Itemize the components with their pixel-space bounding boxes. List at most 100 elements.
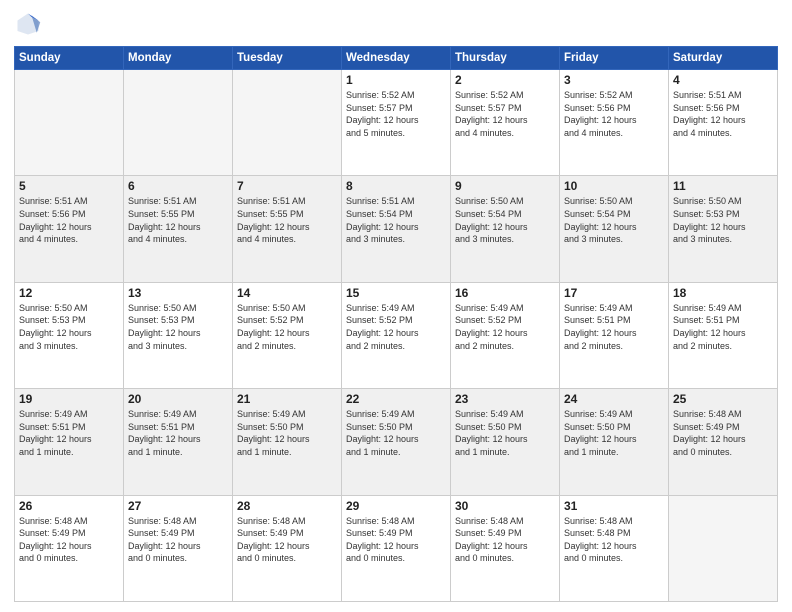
weekday-header-saturday: Saturday [669, 47, 778, 70]
header [14, 10, 778, 38]
day-number: 17 [564, 286, 664, 300]
day-info: Sunrise: 5:50 AM Sunset: 5:54 PM Dayligh… [564, 195, 664, 245]
weekday-header-tuesday: Tuesday [233, 47, 342, 70]
calendar-cell: 26 Sunrise: 5:48 AM Sunset: 5:49 PM Dayli… [15, 495, 124, 601]
day-info: Sunrise: 5:50 AM Sunset: 5:53 PM Dayligh… [673, 195, 773, 245]
day-number: 10 [564, 179, 664, 193]
calendar-cell: 2Sunrise: 5:52 AM Sunset: 5:57 PM Daylig… [451, 70, 560, 176]
calendar-week-row: 5 Sunrise: 5:51 AM Sunset: 5:56 PM Daylig… [15, 176, 778, 282]
logo-icon [14, 10, 42, 38]
day-info: Sunrise: 5:51 AM Sunset: 5:56 PM Dayligh… [19, 195, 119, 245]
weekday-header-monday: Monday [124, 47, 233, 70]
calendar-cell: 3 Sunrise: 5:52 AM Sunset: 5:56 PM Daylig… [560, 70, 669, 176]
calendar-table: SundayMondayTuesdayWednesdayThursdayFrid… [14, 46, 778, 602]
calendar-cell: 27 Sunrise: 5:48 AM Sunset: 5:49 PM Dayli… [124, 495, 233, 601]
day-info: Sunrise: 5:49 AM Sunset: 5:52 PM Dayligh… [346, 302, 446, 352]
day-number: 20 [128, 392, 228, 406]
calendar-cell: 5 Sunrise: 5:51 AM Sunset: 5:56 PM Daylig… [15, 176, 124, 282]
calendar-week-row: 12 Sunrise: 5:50 AM Sunset: 5:53 PM Dayli… [15, 282, 778, 388]
calendar-cell: 14 Sunrise: 5:50 AM Sunset: 5:52 PM Dayli… [233, 282, 342, 388]
day-number: 11 [673, 179, 773, 193]
day-number: 27 [128, 499, 228, 513]
weekday-header-friday: Friday [560, 47, 669, 70]
day-number: 3 [564, 73, 664, 87]
calendar-cell: 17 Sunrise: 5:49 AM Sunset: 5:51 PM Dayli… [560, 282, 669, 388]
calendar-cell: 23 Sunrise: 5:49 AM Sunset: 5:50 PM Dayli… [451, 389, 560, 495]
day-info: Sunrise: 5:49 AM Sunset: 5:51 PM Dayligh… [673, 302, 773, 352]
day-number: 13 [128, 286, 228, 300]
page: SundayMondayTuesdayWednesdayThursdayFrid… [0, 0, 792, 612]
day-number: 16 [455, 286, 555, 300]
calendar-cell: 8 Sunrise: 5:51 AM Sunset: 5:54 PM Daylig… [342, 176, 451, 282]
day-info: Sunrise: 5:49 AM Sunset: 5:50 PM Dayligh… [564, 408, 664, 458]
day-info: Sunrise: 5:51 AM Sunset: 5:55 PM Dayligh… [128, 195, 228, 245]
calendar-cell: 16Sunrise: 5:49 AM Sunset: 5:52 PM Dayli… [451, 282, 560, 388]
calendar-cell: 20 Sunrise: 5:49 AM Sunset: 5:51 PM Dayli… [124, 389, 233, 495]
weekday-header-row: SundayMondayTuesdayWednesdayThursdayFrid… [15, 47, 778, 70]
day-number: 14 [237, 286, 337, 300]
day-info: Sunrise: 5:51 AM Sunset: 5:55 PM Dayligh… [237, 195, 337, 245]
day-info: Sunrise: 5:50 AM Sunset: 5:53 PM Dayligh… [19, 302, 119, 352]
calendar-cell: 22 Sunrise: 5:49 AM Sunset: 5:50 PM Dayli… [342, 389, 451, 495]
day-number: 7 [237, 179, 337, 193]
calendar-cell: 25Sunrise: 5:48 AM Sunset: 5:49 PM Dayli… [669, 389, 778, 495]
day-number: 15 [346, 286, 446, 300]
day-info: Sunrise: 5:52 AM Sunset: 5:56 PM Dayligh… [564, 89, 664, 139]
calendar-cell: 12 Sunrise: 5:50 AM Sunset: 5:53 PM Dayli… [15, 282, 124, 388]
day-number: 21 [237, 392, 337, 406]
day-info: Sunrise: 5:49 AM Sunset: 5:51 PM Dayligh… [128, 408, 228, 458]
day-number: 24 [564, 392, 664, 406]
day-info: Sunrise: 5:48 AM Sunset: 5:49 PM Dayligh… [346, 515, 446, 565]
calendar-cell: 31 Sunrise: 5:48 AM Sunset: 5:48 PM Dayli… [560, 495, 669, 601]
day-number: 5 [19, 179, 119, 193]
day-number: 22 [346, 392, 446, 406]
day-number: 8 [346, 179, 446, 193]
day-number: 18 [673, 286, 773, 300]
logo [14, 10, 46, 38]
day-info: Sunrise: 5:49 AM Sunset: 5:51 PM Dayligh… [564, 302, 664, 352]
day-number: 23 [455, 392, 555, 406]
calendar-cell: 19Sunrise: 5:49 AM Sunset: 5:51 PM Dayli… [15, 389, 124, 495]
day-info: Sunrise: 5:48 AM Sunset: 5:49 PM Dayligh… [455, 515, 555, 565]
day-info: Sunrise: 5:49 AM Sunset: 5:50 PM Dayligh… [455, 408, 555, 458]
calendar-cell: 15 Sunrise: 5:49 AM Sunset: 5:52 PM Dayli… [342, 282, 451, 388]
day-number: 29 [346, 499, 446, 513]
day-info: Sunrise: 5:51 AM Sunset: 5:56 PM Dayligh… [673, 89, 773, 139]
calendar-cell: 21 Sunrise: 5:49 AM Sunset: 5:50 PM Dayli… [233, 389, 342, 495]
day-info: Sunrise: 5:48 AM Sunset: 5:48 PM Dayligh… [564, 515, 664, 565]
calendar-cell: 29 Sunrise: 5:48 AM Sunset: 5:49 PM Dayli… [342, 495, 451, 601]
day-info: Sunrise: 5:50 AM Sunset: 5:54 PM Dayligh… [455, 195, 555, 245]
calendar-cell [15, 70, 124, 176]
weekday-header-thursday: Thursday [451, 47, 560, 70]
day-number: 26 [19, 499, 119, 513]
day-info: Sunrise: 5:48 AM Sunset: 5:49 PM Dayligh… [19, 515, 119, 565]
day-number: 2 [455, 73, 555, 87]
calendar-cell: 7 Sunrise: 5:51 AM Sunset: 5:55 PM Daylig… [233, 176, 342, 282]
day-number: 25 [673, 392, 773, 406]
calendar-cell [124, 70, 233, 176]
weekday-header-sunday: Sunday [15, 47, 124, 70]
day-info: Sunrise: 5:49 AM Sunset: 5:50 PM Dayligh… [237, 408, 337, 458]
calendar-cell: 10 Sunrise: 5:50 AM Sunset: 5:54 PM Dayli… [560, 176, 669, 282]
day-info: Sunrise: 5:49 AM Sunset: 5:50 PM Dayligh… [346, 408, 446, 458]
calendar-cell [233, 70, 342, 176]
day-info: Sunrise: 5:49 AM Sunset: 5:51 PM Dayligh… [19, 408, 119, 458]
calendar-week-row: 1 Sunrise: 5:52 AM Sunset: 5:57 PM Daylig… [15, 70, 778, 176]
day-number: 6 [128, 179, 228, 193]
calendar-cell: 30Sunrise: 5:48 AM Sunset: 5:49 PM Dayli… [451, 495, 560, 601]
day-number: 4 [673, 73, 773, 87]
day-number: 9 [455, 179, 555, 193]
day-number: 1 [346, 73, 446, 87]
calendar-cell: 11 Sunrise: 5:50 AM Sunset: 5:53 PM Dayli… [669, 176, 778, 282]
day-info: Sunrise: 5:50 AM Sunset: 5:52 PM Dayligh… [237, 302, 337, 352]
calendar-cell: 13Sunrise: 5:50 AM Sunset: 5:53 PM Dayli… [124, 282, 233, 388]
day-info: Sunrise: 5:52 AM Sunset: 5:57 PM Dayligh… [346, 89, 446, 139]
calendar-cell: 28Sunrise: 5:48 AM Sunset: 5:49 PM Dayli… [233, 495, 342, 601]
day-number: 12 [19, 286, 119, 300]
day-info: Sunrise: 5:51 AM Sunset: 5:54 PM Dayligh… [346, 195, 446, 245]
day-info: Sunrise: 5:48 AM Sunset: 5:49 PM Dayligh… [128, 515, 228, 565]
day-number: 28 [237, 499, 337, 513]
calendar-cell: 9 Sunrise: 5:50 AM Sunset: 5:54 PM Daylig… [451, 176, 560, 282]
day-number: 31 [564, 499, 664, 513]
calendar-cell [669, 495, 778, 601]
